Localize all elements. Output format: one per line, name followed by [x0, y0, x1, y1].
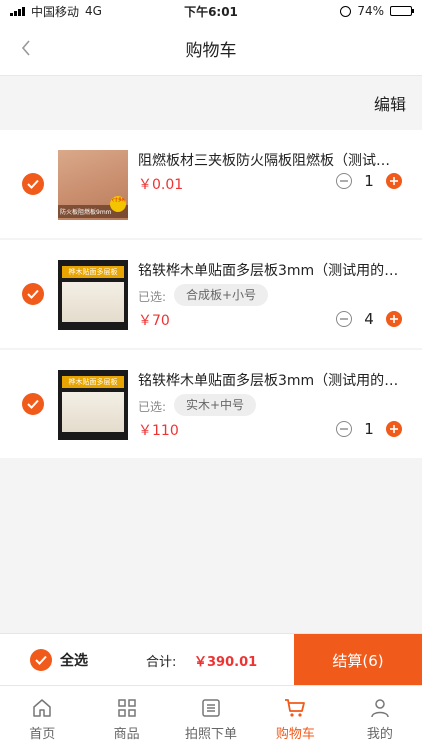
product-image-caption: 桦木贴面多层板 [62, 376, 124, 388]
select-all-toggle[interactable]: 全选 [30, 649, 88, 671]
select-all-checkbox[interactable] [30, 649, 52, 671]
back-button[interactable] [12, 34, 40, 62]
increase-button[interactable] [386, 311, 402, 327]
chevron-left-icon [21, 40, 30, 56]
battery-icon [390, 6, 414, 16]
checkmark-icon [35, 655, 47, 665]
tab-products[interactable]: 商品 [84, 686, 168, 750]
checkout-button[interactable]: 结算(6) [294, 634, 422, 686]
cart-icon [285, 699, 306, 717]
product-image-caption: 桦木贴面多层板 [62, 266, 124, 278]
edit-row: 编辑 [0, 77, 422, 129]
grid-icon [117, 699, 136, 717]
quantity-stepper: 1 [336, 420, 402, 438]
list-icon [202, 699, 220, 717]
spec-chip[interactable]: 实木+中号 [174, 394, 257, 416]
tab-home[interactable]: 首页 [0, 686, 84, 750]
item-price: ￥70 [138, 313, 170, 329]
cart-item: 桦木贴面多层板 铭轶桦木单贴面多层板3mm（测试用的商品，请勿下单） 已选: 合… [0, 240, 422, 348]
total-label: 合计: [146, 655, 177, 670]
page-title: 购物车 [185, 41, 237, 61]
tab-profile[interactable]: 我的 [338, 686, 422, 750]
plus-icon [390, 315, 398, 323]
item-price: ￥110 [138, 423, 179, 439]
cart-item: 桦木贴面多层板 铭轶桦木单贴面多层板3mm（测试用的商品，请勿下单） 已选: 实… [0, 350, 422, 458]
minus-icon [340, 180, 348, 182]
decrease-button[interactable] [336, 173, 352, 189]
quantity-stepper: 4 [336, 310, 402, 328]
rotation-lock-icon [340, 5, 352, 17]
status-right: 74% [340, 4, 414, 18]
minus-icon [340, 428, 348, 430]
item-title[interactable]: 阻燃板材三夹板防火隔板阻燃板（测试用的商品，请勿下单） [138, 150, 400, 170]
product-image[interactable]: 防火板阻燃板9mm 尺寸多种 [58, 150, 128, 220]
tab-cart[interactable]: 购物车 [253, 686, 337, 750]
item-price: ￥0.01 [138, 177, 184, 193]
total-amount: ￥390.01 [194, 655, 258, 670]
spec-chip[interactable]: 合成板+小号 [174, 284, 269, 306]
product-image-badge: 尺寸多种 [110, 196, 126, 212]
home-icon [33, 699, 51, 717]
tab-bar: 首页 商品 拍照下单 购物车 我的 [0, 685, 422, 750]
item-title[interactable]: 铭轶桦木单贴面多层板3mm（测试用的商品，请勿下单） [138, 370, 400, 390]
person-icon [371, 699, 389, 718]
product-image-board [62, 392, 124, 432]
item-title[interactable]: 铭轶桦木单贴面多层板3mm（测试用的商品，请勿下单） [138, 260, 400, 280]
status-bar: 中国移动 4G 下午6:01 74% [0, 0, 422, 22]
checkmark-icon [27, 179, 39, 189]
status-left: 中国移动 4G [10, 3, 150, 20]
decrease-button[interactable] [336, 311, 352, 327]
signal-icon [10, 6, 25, 16]
item-checkbox[interactable] [22, 173, 44, 195]
tab-photo-order[interactable]: 拍照下单 [169, 686, 253, 750]
checkout-bar: 全选 合计: ￥390.01 结算(6) [0, 633, 422, 686]
tab-label: 首页 [29, 727, 56, 742]
plus-icon [390, 425, 398, 433]
item-checkbox[interactable] [22, 393, 44, 415]
product-image-board [62, 282, 124, 322]
checkmark-icon [27, 399, 39, 409]
minus-icon [340, 318, 348, 320]
spec-label: 已选: [138, 290, 167, 304]
quantity-value[interactable]: 1 [360, 172, 378, 190]
checkmark-icon [27, 289, 39, 299]
decrease-button[interactable] [336, 421, 352, 437]
product-image[interactable]: 桦木贴面多层板 [58, 260, 128, 330]
battery-percent: 74% [357, 4, 384, 18]
tab-label: 我的 [366, 727, 393, 742]
tab-label: 拍照下单 [185, 727, 238, 742]
cart-item: 防火板阻燃板9mm 尺寸多种 阻燃板材三夹板防火隔板阻燃板（测试用的商品，请勿下… [0, 130, 422, 238]
tab-label: 商品 [113, 727, 140, 742]
quantity-value[interactable]: 1 [360, 420, 378, 438]
spec-label: 已选: [138, 400, 167, 414]
select-all-label: 全选 [60, 653, 88, 669]
plus-icon [390, 177, 398, 185]
quantity-stepper: 1 [336, 172, 402, 190]
increase-button[interactable] [386, 421, 402, 437]
navigation-bar: 购物车 [0, 22, 422, 76]
tab-label: 购物车 [275, 727, 315, 742]
edit-button[interactable]: 编辑 [374, 91, 406, 115]
increase-button[interactable] [386, 173, 402, 189]
network-type: 4G [85, 4, 102, 18]
product-image[interactable]: 桦木贴面多层板 [58, 370, 128, 440]
carrier-name: 中国移动 [31, 4, 80, 19]
item-checkbox[interactable] [22, 283, 44, 305]
quantity-value[interactable]: 4 [360, 310, 378, 328]
